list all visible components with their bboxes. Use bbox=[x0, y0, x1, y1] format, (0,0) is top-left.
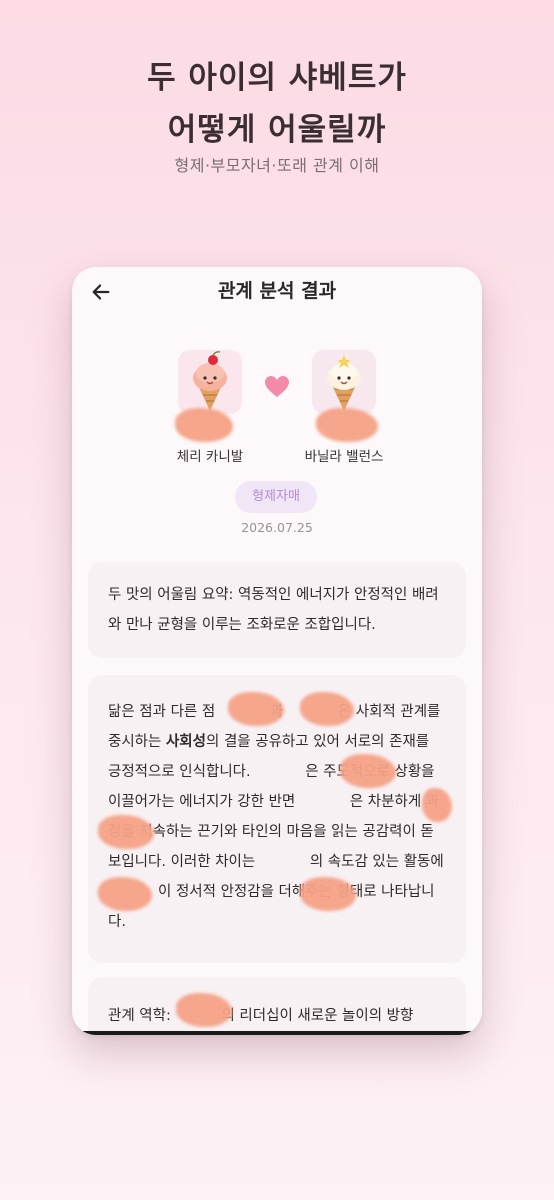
dynamics-text: 관계 역학: 의 리더십이 새로운 놀이의 방향 bbox=[108, 1008, 414, 1024]
privacy-blur bbox=[98, 815, 154, 849]
promo-subtitle: 형제·부모자녀·또래 관계 이해 bbox=[174, 156, 380, 175]
relation-badge: 형제자매 bbox=[235, 481, 317, 513]
promo-title-line-1: 두 아이의 샤베트가 bbox=[147, 60, 407, 96]
child-name-right: 바닐라 밸런스 bbox=[304, 449, 384, 465]
privacy-blur bbox=[316, 408, 378, 442]
page-title: 관계 분석 결과 bbox=[217, 280, 337, 302]
vanilla-ice-cream-icon bbox=[327, 355, 361, 411]
phone-bottom-edge bbox=[72, 1031, 482, 1035]
header: 관계 분석 결과 bbox=[72, 267, 482, 315]
privacy-blur bbox=[228, 692, 284, 726]
privacy-blur bbox=[340, 754, 396, 788]
child-name-left: 체리 카니발 bbox=[176, 449, 244, 465]
privacy-blur bbox=[300, 692, 354, 726]
privacy-blur bbox=[175, 408, 233, 442]
dynamics-card: 관계 역학: 의 리더십이 새로운 놀이의 방향 bbox=[88, 977, 466, 1035]
avatar-cherry bbox=[178, 350, 242, 414]
summary-card: 두 맛의 어울림 요약: 역동적인 에너지가 안정적인 배려와 만나 균형을 이… bbox=[88, 562, 466, 658]
promo-title-line-2: 어떻게 어울릴까 bbox=[167, 112, 387, 148]
cherry-ice-cream-icon bbox=[193, 351, 227, 411]
result-date: 2026.07.25 bbox=[241, 520, 313, 535]
avatar-vanilla bbox=[312, 350, 376, 414]
keyword-sociability: 사회성 bbox=[165, 734, 206, 750]
summary-text: 두 맛의 어울림 요약: 역동적인 에너지가 안정적인 배려와 만나 균형을 이… bbox=[108, 587, 439, 633]
promo-title: 두 아이의 샤베트가 어떻게 어울릴까 bbox=[0, 52, 554, 156]
privacy-blur bbox=[300, 877, 356, 911]
privacy-blur bbox=[422, 788, 452, 822]
heart-icon bbox=[265, 376, 289, 397]
privacy-blur bbox=[176, 993, 232, 1027]
phone-screen: 관계 분석 결과 체리 카니발 바닐라 밸런스 형제자매 2026.07.25 … bbox=[72, 267, 482, 1035]
privacy-blur bbox=[98, 877, 152, 911]
analysis-text: 닮은 점과 다른 점 과 은 사회적 관계를 중시하는 사회성의 결을 공유하고… bbox=[108, 704, 444, 930]
